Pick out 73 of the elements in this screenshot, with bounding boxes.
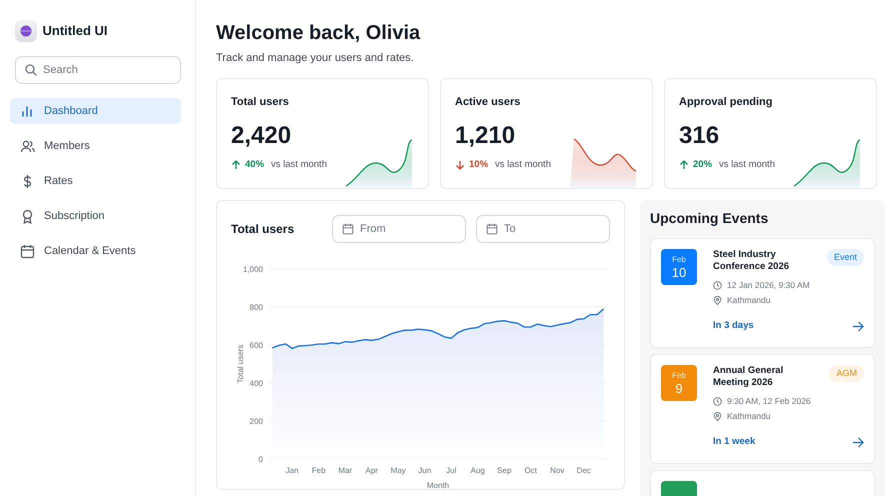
arrow-up-icon (679, 160, 689, 170)
y-axis-title: Total users (236, 344, 245, 383)
x-tick-label: Sep (497, 466, 512, 474)
panel-title: Upcoming Events (650, 210, 770, 226)
change-percent: 40% (245, 158, 264, 172)
stat-label: Active users (455, 94, 522, 110)
location-pin-icon (713, 296, 722, 306)
stat-value: 316 (679, 122, 720, 150)
y-tick-label: 800 (250, 302, 263, 312)
x-tick-label: Dec (576, 466, 591, 474)
date-badge: Feb 10 (661, 249, 697, 286)
clock-icon (713, 396, 722, 406)
calendar-icon (20, 244, 35, 258)
x-tick-label: Jul (446, 466, 456, 474)
logo-icon (15, 20, 37, 42)
x-tick-label: Feb (312, 466, 326, 474)
stat-value: 1,210 (455, 122, 516, 150)
search-icon (25, 64, 37, 76)
stat-label: Total users (231, 94, 290, 110)
from-date-field[interactable]: From (332, 214, 466, 242)
change-percent: 10% (469, 158, 488, 172)
x-axis-title: Month (426, 480, 450, 490)
event-time: 12 Jan 2026, 9:30 AM (727, 278, 810, 292)
nav-item[interactable]: Dashboard (10, 98, 181, 124)
page-subtitle: Track and manage your users and rates. (216, 51, 415, 66)
event-time: 9:30 AM, 12 Feb 2026 (727, 394, 811, 408)
search-field[interactable]: Search (15, 56, 181, 84)
users-icon (20, 138, 35, 154)
arrow-down-icon (455, 160, 465, 170)
stat-value: 2,420 (231, 122, 292, 150)
change-note: vs last month (719, 158, 775, 172)
clock-icon (713, 280, 722, 290)
y-tick-label: 0 (258, 454, 263, 464)
x-tick-label: May (390, 466, 406, 474)
brand-name: Untitled UI (42, 22, 108, 40)
arrow-right-icon[interactable] (852, 320, 864, 332)
calendar-icon (342, 222, 354, 234)
x-tick-label: Jun (418, 466, 432, 474)
to-date-field[interactable]: To (476, 214, 610, 242)
event-location: Kathmandu (727, 294, 770, 308)
y-tick-label: 200 (250, 416, 263, 426)
change-note: vs last month (271, 158, 327, 172)
y-tick-label: 1,000 (242, 264, 263, 274)
event-title: Steel Industry Conference 2026 (713, 249, 790, 274)
event-title: Annual General Meeting 2026 (713, 365, 784, 390)
x-tick-label: Nov (550, 466, 564, 474)
award-icon (20, 208, 35, 224)
nav-item[interactable]: Calendar & Events (10, 238, 181, 264)
chart-title: Total users (231, 220, 296, 238)
x-tick-label: Jan (286, 466, 299, 474)
y-tick-label: 400 (250, 378, 263, 388)
x-tick-label: Apr (366, 466, 378, 474)
page-title: Welcome back, Olivia (216, 21, 422, 46)
nav-item[interactable]: Members (10, 133, 181, 159)
event-tag: Event (826, 249, 864, 266)
arrow-right-icon[interactable] (852, 436, 864, 448)
event-tag: AGM (829, 365, 864, 382)
change-note: vs last month (495, 158, 551, 172)
date-badge: Feb 9 (661, 365, 697, 402)
nav-item[interactable]: Subscription (10, 203, 181, 229)
change-percent: 20% (693, 158, 712, 172)
arrow-up-icon (231, 160, 241, 170)
location-pin-icon (713, 412, 722, 422)
x-tick-label: Aug (470, 466, 485, 474)
y-tick-label: 600 (250, 340, 263, 350)
event-location: Kathmandu (727, 410, 770, 424)
stat-label: Approval pending (679, 94, 774, 110)
due-link[interactable]: In 3 days (713, 319, 754, 334)
nav-item[interactable]: Rates (10, 168, 181, 194)
due-link[interactable]: In 1 week (713, 435, 756, 450)
calendar-icon (486, 222, 498, 234)
x-tick-label: Oct (524, 466, 537, 474)
x-tick-label: Mar (338, 466, 352, 474)
